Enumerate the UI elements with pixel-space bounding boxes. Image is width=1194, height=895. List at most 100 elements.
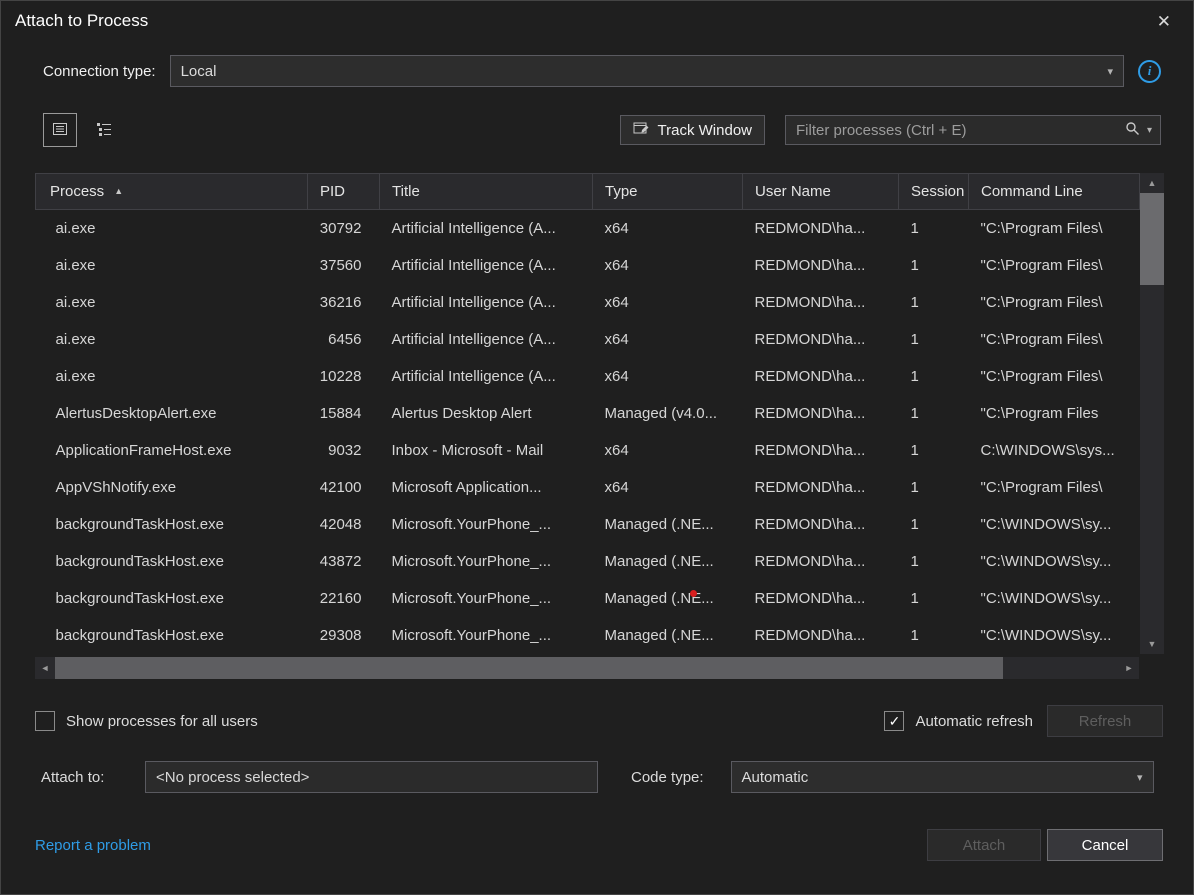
cell-command-line: "C:\Program Files\ — [980, 257, 1103, 274]
cell-title: Artificial Intelligence (A... — [391, 331, 556, 348]
cell-title: Microsoft.YourPhone_... — [391, 627, 552, 644]
cell-command-line: "C:\WINDOWS\sy... — [980, 627, 1112, 644]
cell-process: ai.exe — [55, 294, 96, 311]
process-row[interactable]: backgroundTaskHost.exe 22160 Microsoft.Y… — [36, 580, 1140, 617]
cell-pid: 42100 — [319, 479, 362, 496]
attach-button[interactable]: Attach — [927, 829, 1041, 861]
connection-type-row: Connection type: Local ▾ i — [43, 55, 1161, 87]
cell-pid: 36216 — [319, 294, 362, 311]
dialog-title: Attach to Process — [15, 11, 149, 30]
cell-pid: 43872 — [319, 553, 362, 570]
connection-type-dropdown[interactable]: Local ▾ — [169, 55, 1124, 87]
scroll-down-icon[interactable]: ▼ — [1140, 634, 1164, 654]
cell-process: AppVShNotify.exe — [55, 479, 177, 496]
scroll-right-icon[interactable]: ► — [1119, 657, 1139, 679]
column-header-title[interactable]: Title — [379, 173, 593, 210]
tree-view-icon — [95, 120, 113, 141]
cell-pid: 6456 — [328, 331, 362, 348]
cell-process: backgroundTaskHost.exe — [55, 590, 224, 607]
cell-command-line: C:\WINDOWS\sys... — [980, 442, 1115, 459]
table-header-row: Process ▲ PID Title Type User Name Sessio… — [35, 173, 1140, 210]
scroll-left-icon[interactable]: ◄ — [35, 657, 55, 679]
vertical-scrollbar-thumb[interactable] — [1140, 193, 1164, 285]
cell-command-line: "C:\Program Files\ — [980, 220, 1103, 237]
process-row[interactable]: ai.exe 10228 Artificial Intelligence (A.… — [36, 358, 1140, 395]
search-icon[interactable] — [1125, 121, 1140, 140]
attach-to-field[interactable] — [145, 761, 598, 793]
connection-type-value: Local — [180, 62, 217, 80]
process-row[interactable]: backgroundTaskHost.exe 42048 Microsoft.Y… — [36, 506, 1140, 543]
cell-type: Managed (.NE... — [604, 553, 714, 570]
process-row[interactable]: ai.exe 36216 Artificial Intelligence (A.… — [36, 284, 1140, 321]
column-header-pid[interactable]: PID — [307, 173, 380, 210]
horizontal-scrollbar-thumb[interactable] — [55, 657, 1003, 679]
cell-command-line: "C:\WINDOWS\sy... — [980, 516, 1112, 533]
process-row[interactable]: ApplicationFrameHost.exe 9032 Inbox - Mi… — [36, 432, 1140, 469]
attach-to-process-dialog: Attach to Process ✕ Connection type: Loc… — [0, 0, 1194, 895]
list-view-button[interactable] — [43, 113, 77, 147]
cell-pid: 15884 — [319, 405, 362, 422]
cell-user-name: REDMOND\ha... — [754, 553, 866, 570]
report-a-problem-link[interactable]: Report a problem — [35, 837, 151, 854]
cell-process: AlertusDesktopAlert.exe — [55, 405, 217, 422]
cell-title: Artificial Intelligence (A... — [391, 220, 556, 237]
process-row[interactable]: ai.exe 30792 Artificial Intelligence (A.… — [36, 210, 1140, 248]
show-all-users-option: Show processes for all users — [35, 711, 258, 731]
cell-title: Artificial Intelligence (A... — [391, 257, 556, 274]
process-table-body: ai.exe 30792 Artificial Intelligence (A.… — [36, 210, 1140, 655]
cell-command-line: "C:\WINDOWS\sy... — [980, 553, 1112, 570]
cell-type: Managed (.NE... — [604, 627, 714, 644]
cell-session: 1 — [910, 479, 919, 496]
scroll-up-icon[interactable]: ▲ — [1140, 173, 1164, 193]
cell-command-line: "C:\Program Files\ — [980, 479, 1103, 496]
close-button[interactable]: ✕ — [1149, 11, 1179, 32]
view-mode-buttons — [43, 113, 121, 147]
cell-type: Managed (.NE... — [604, 516, 714, 533]
process-row[interactable]: ai.exe 6456 Artificial Intelligence (A..… — [36, 321, 1140, 358]
column-header-process[interactable]: Process ▲ — [35, 173, 308, 210]
cell-user-name: REDMOND\ha... — [754, 479, 866, 496]
refresh-button[interactable]: Refresh — [1047, 705, 1163, 737]
filter-processes-input[interactable] — [794, 120, 1118, 140]
column-header-user-name[interactable]: User Name — [742, 173, 899, 210]
list-view-icon — [51, 120, 69, 141]
cell-user-name: REDMOND\ha... — [754, 368, 866, 385]
code-type-dropdown[interactable]: Automatic ▾ — [730, 761, 1154, 793]
column-header-command-line[interactable]: Command Line — [968, 173, 1140, 210]
refresh-options: ✓ Automatic refresh Refresh — [884, 705, 1163, 737]
cell-process: backgroundTaskHost.exe — [55, 553, 224, 570]
cell-command-line: "C:\Program Files\ — [980, 294, 1103, 311]
cell-title: Inbox - Microsoft - Mail — [391, 442, 544, 459]
track-window-button[interactable]: Track Window — [619, 115, 765, 145]
cell-process: ai.exe — [55, 368, 96, 385]
process-row[interactable]: AppVShNotify.exe 42100 Microsoft Applica… — [36, 469, 1140, 506]
cell-user-name: REDMOND\ha... — [754, 442, 866, 459]
cancel-button[interactable]: Cancel — [1047, 829, 1163, 861]
cell-command-line: "C:\WINDOWS\sy... — [980, 590, 1112, 607]
cell-title: Microsoft.YourPhone_... — [391, 553, 552, 570]
cell-user-name: REDMOND\ha... — [754, 331, 866, 348]
filter-dropdown-chevron-icon[interactable]: ▾ — [1147, 125, 1152, 136]
filter-processes-box: ▾ — [785, 115, 1161, 145]
info-icon[interactable]: i — [1138, 59, 1161, 83]
column-header-type[interactable]: Type — [592, 173, 743, 210]
tree-view-button[interactable] — [87, 113, 121, 147]
show-all-users-checkbox[interactable] — [35, 711, 55, 731]
track-window-icon — [633, 121, 650, 140]
column-header-session[interactable]: Session — [898, 173, 969, 210]
titlebar: Attach to Process ✕ — [1, 1, 1193, 41]
connection-type-label: Connection type: — [43, 62, 156, 80]
process-row[interactable]: AlertusDesktopAlert.exe 15884 Alertus De… — [36, 395, 1140, 432]
horizontal-scrollbar[interactable]: ◄ ► — [35, 657, 1139, 679]
process-row[interactable]: backgroundTaskHost.exe 29308 Microsoft.Y… — [36, 617, 1140, 654]
cell-type: x64 — [604, 331, 629, 348]
process-row[interactable]: backgroundTaskHost.exe 43872 Microsoft.Y… — [36, 543, 1140, 580]
cell-pid: 10228 — [319, 368, 362, 385]
process-row[interactable]: ai.exe 37560 Artificial Intelligence (A.… — [36, 247, 1140, 284]
cell-type: Managed (.NE... — [604, 590, 714, 607]
automatic-refresh-checkbox[interactable]: ✓ — [884, 711, 905, 731]
track-window-label: Track Window — [657, 121, 752, 139]
cell-type: x64 — [604, 479, 629, 496]
vertical-scrollbar[interactable]: ▲ ▼ — [1140, 173, 1164, 654]
cell-type: x64 — [604, 257, 629, 274]
